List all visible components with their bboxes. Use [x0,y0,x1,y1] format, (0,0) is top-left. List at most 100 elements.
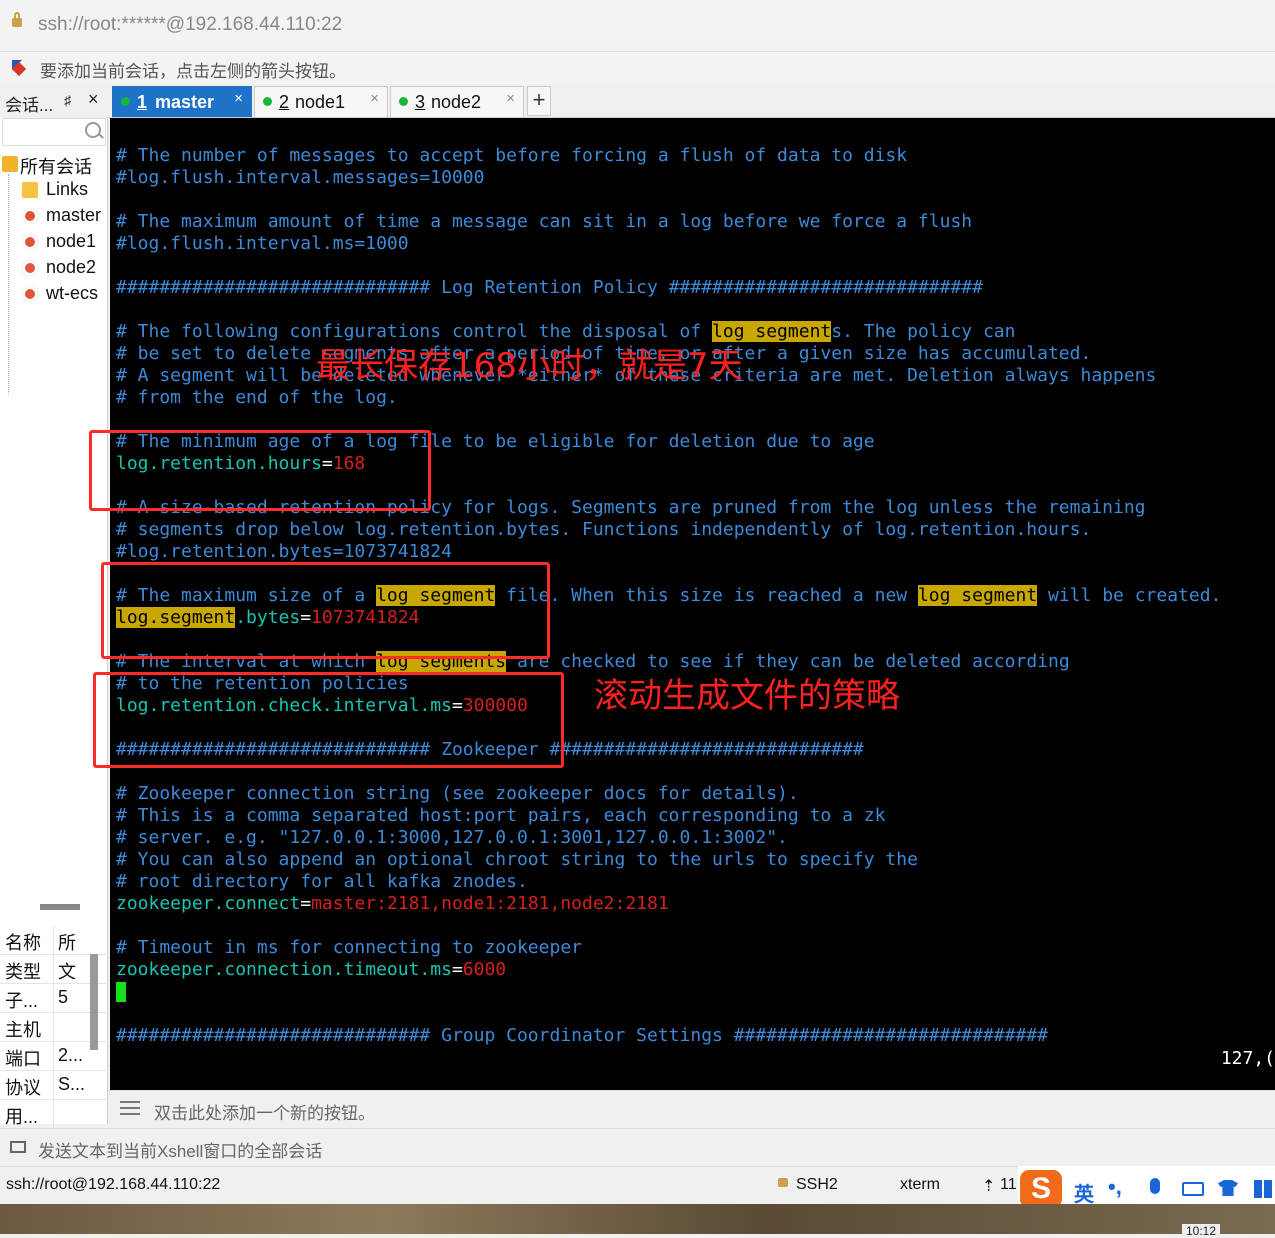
property-row: 用... [0,1100,108,1129]
connected-status-icon [263,97,272,106]
microphone-icon[interactable] [1150,1178,1160,1194]
tree-item-label: master [46,205,102,225]
terminal-segment: ############################# [116,1025,442,1046]
terminal-line: # Zookeeper connection string (see zooke… [116,783,799,804]
property-value: 2... [58,1045,84,1065]
compose-hint: 发送文本到当前Xshell窗口的全部会话 [38,1142,323,1161]
connected-status-icon [121,97,130,106]
tree-item-label: wt-ecs [46,283,99,303]
property-key: 用... [5,1107,39,1127]
terminal-segment: will be created. [1037,585,1222,606]
session-tabs: 1 master × 2 node1 × 3 node2 × + [108,84,1275,118]
tree-item-wt-ecs[interactable]: wt-ecs [0,282,108,308]
tab-label: node2 [431,92,482,112]
panel-splitter[interactable] [40,904,80,910]
property-row: 协议 S... [0,1071,108,1100]
config-equals: = [451,959,463,980]
tab-node1[interactable]: 2 node1 × [254,86,388,117]
folder-open-icon [2,156,18,172]
terminal-line: # root directory for all kafka znodes. [116,871,528,892]
tree-item-label: 所有会话 [20,157,92,177]
pin-icon[interactable]: ♯ [64,92,71,108]
search-icon[interactable] [85,122,101,138]
compose-icon[interactable] [10,1141,26,1153]
tab-master[interactable]: 1 master × [112,86,252,117]
terminal-line: # This is a comma separated host:port pa… [116,805,886,826]
tree-item-master[interactable]: master [0,204,108,230]
terminal-line: #log.retention.bytes=1073741824 [116,541,452,562]
folder-icon [22,182,38,198]
close-tab-icon[interactable]: × [370,90,379,107]
terminal-line: ############################# Group Coor… [116,1025,1048,1047]
tree-item-node2[interactable]: node2 [0,256,108,282]
menu-icon[interactable] [120,1101,140,1115]
desktop-background: 10:12 [0,1204,1275,1238]
status-terminal-type: xterm [900,1176,940,1193]
terminal-segment: ############################# [116,277,442,298]
add-tab-button[interactable]: + [527,86,551,116]
terminal-line: # segments drop below log.retention.byte… [116,519,1092,540]
lock-icon [778,1178,788,1187]
status-protocol: SSH2 [796,1176,838,1193]
ime-language-toggle[interactable]: 英 [1074,1178,1094,1207]
keyboard-icon[interactable] [1182,1182,1204,1196]
property-row: 名称所 [0,926,108,955]
close-icon[interactable]: × [88,89,99,110]
property-value: 所 [58,933,76,953]
tab-number: 1 [137,92,148,112]
toolbox-icon[interactable] [1254,1180,1272,1198]
search-highlight: log segment [917,585,1038,606]
skin-icon[interactable] [1218,1180,1238,1196]
property-value: S... [58,1074,86,1094]
address-bar: ssh://root:******@192.168.44.110:22 [0,0,1275,52]
session-hint-text: 要添加当前会话，点击左侧的箭头按钮。 [40,62,346,81]
session-search-input[interactable] [2,118,106,146]
address-text[interactable]: ssh://root:******@192.168.44.110:22 [38,14,342,36]
terminal-line: zookeeper.connect=master:2181,node1:2181… [116,893,669,915]
annotation-box-segment-bytes [101,562,550,659]
tree-item-label: node2 [46,257,97,277]
properties-scrollbar[interactable] [90,954,98,1050]
taskbar-clock: 10:12 [1182,1224,1221,1238]
tree-item-links[interactable]: Links [0,178,108,204]
property-key: 端口 [5,1049,41,1069]
config-equals: = [300,893,312,914]
property-key: 协议 [5,1078,41,1098]
sidebar-title: 会话... [5,96,54,115]
close-tab-icon[interactable]: × [506,90,515,107]
config-value: 6000 [462,959,507,980]
tab-number: 3 [415,92,426,112]
terminal-line: #log.flush.interval.messages=10000 [116,167,485,188]
terminal-line: # The number of messages to accept befor… [116,145,908,166]
terminal-segment: Log Retention Policy [441,277,658,298]
config-value: master:2181,node1:2181,node2:2181 [311,893,669,914]
sidebar-header: 会话... ♯ × [0,84,108,118]
terminal-segment: s. The policy can [831,321,1016,342]
quick-command-bar[interactable]: 双击此处添加一个新的按钮。 [108,1090,1275,1128]
terminal-line: ############################# Log Retent… [116,277,983,299]
close-tab-icon[interactable]: × [234,90,243,107]
terminal-segment: file. When this size is reached a new [495,585,918,606]
compose-bar[interactable]: 发送文本到当前Xshell窗口的全部会话 [0,1128,1275,1166]
terminal-line: # The maximum amount of time a message c… [116,211,973,232]
tree-item-node1[interactable]: node1 [0,230,108,256]
terminal-cursor-line [116,981,126,1003]
ime-punctuation-toggle[interactable]: •, [1108,1174,1122,1200]
terminal-line: # server. e.g. "127.0.0.1:3000,127.0.0.1… [116,827,788,848]
sogou-logo-icon[interactable]: S [1020,1170,1062,1208]
session-icon [22,286,38,302]
terminal-line: zookeeper.connection.timeout.ms=6000 [116,959,506,981]
tree-item-all-sessions[interactable]: 所有会话 [0,152,108,178]
terminal-segment: Group Coordinator Settings [441,1025,723,1046]
session-icon [22,234,38,250]
property-value: 5 [58,987,69,1007]
session-tree: 所有会话 Links master node1 node2 wt-ecs [0,152,108,394]
terminal-segment: ############################# [657,277,983,298]
tab-node2[interactable]: 3 node2 × [390,86,524,117]
cursor-position-readout: 127,( [1220,1048,1275,1069]
terminal-line: # You can also append an optional chroot… [116,849,918,870]
resize-icon: ⇡ [982,1178,996,1195]
annotation-box-retention-hours [89,430,431,511]
session-hint-bar: 要添加当前会话，点击左侧的箭头按钮。 [0,52,1275,84]
config-key: zookeeper.connect [116,893,301,914]
